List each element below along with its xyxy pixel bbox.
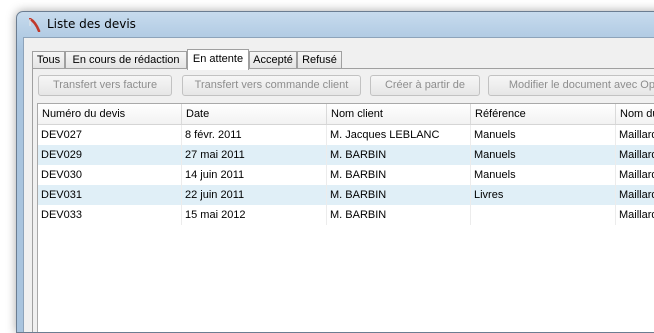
app-window: Liste des devis Tous En cours de rédacti…: [16, 11, 654, 333]
cell-date: 8 févr. 2011: [182, 125, 327, 145]
cell-nom-du: Maillard: [616, 145, 654, 165]
title-bar[interactable]: Liste des devis: [17, 12, 654, 36]
cell-nom-client: M. Jacques LEBLANC: [327, 125, 471, 145]
cell-date: 27 mai 2011: [182, 145, 327, 165]
transfer-to-order-button[interactable]: Transfert vers commande client: [182, 75, 361, 96]
quotes-table: Numéro du devis Date Nom client Référenc…: [37, 103, 654, 332]
tab-tous[interactable]: Tous: [32, 51, 65, 68]
table-row[interactable]: DEV030 14 juin 2011 M. BARBIN Manuels Ma…: [38, 165, 654, 185]
cell-nom-client: M. BARBIN: [327, 185, 471, 205]
cell-numero: DEV030: [38, 165, 182, 185]
app-logo-icon: [28, 17, 41, 33]
cell-reference: Manuels: [471, 145, 616, 165]
cell-date: 15 mai 2012: [182, 205, 327, 225]
tab-accepte[interactable]: Accepté: [249, 51, 297, 68]
window-title: Liste des devis: [47, 17, 136, 31]
cell-numero: DEV033: [38, 205, 182, 225]
create-from-button[interactable]: Créer à partir de: [370, 75, 480, 96]
cell-date: 14 juin 2011: [182, 165, 327, 185]
cell-numero: DEV029: [38, 145, 182, 165]
window-content: Tous En cours de rédaction En attente Ac…: [23, 37, 654, 332]
cell-reference: Manuels: [471, 165, 616, 185]
transfer-to-invoice-button[interactable]: Transfert vers facture: [38, 75, 172, 96]
cell-nom-du: Maillard: [616, 205, 654, 225]
table-row[interactable]: DEV027 8 févr. 2011 M. Jacques LEBLANC M…: [38, 125, 654, 145]
cell-nom-client: M. BARBIN: [327, 165, 471, 185]
table-row[interactable]: DEV031 22 juin 2011 M. BARBIN Livres Mai…: [38, 185, 654, 205]
table-row[interactable]: DEV033 15 mai 2012 M. BARBIN Maillard: [38, 205, 654, 225]
table-header: Numéro du devis Date Nom client Référenc…: [38, 104, 654, 125]
tab-refuse[interactable]: Refusé: [297, 51, 342, 68]
cell-date: 22 juin 2011: [182, 185, 327, 205]
column-header-date[interactable]: Date: [182, 104, 327, 124]
cell-nom-du: Maillard: [616, 165, 654, 185]
cell-nom-du: Maillard: [616, 185, 654, 205]
tab-en-cours-de-redaction[interactable]: En cours de rédaction: [65, 51, 187, 68]
cell-reference: [471, 205, 616, 225]
cell-reference: Livres: [471, 185, 616, 205]
cell-reference: Manuels: [471, 125, 616, 145]
cell-numero: DEV031: [38, 185, 182, 205]
modify-document-button[interactable]: Modifier le document avec Open: [488, 75, 654, 96]
cell-nom-client: M. BARBIN: [327, 145, 471, 165]
tab-en-attente[interactable]: En attente: [187, 49, 249, 70]
column-header-nom-du[interactable]: Nom du: [616, 104, 654, 124]
toolbar: Transfert vers facture Transfert vers co…: [33, 75, 654, 97]
column-header-numero[interactable]: Numéro du devis: [38, 104, 182, 124]
cell-nom-du: Maillard: [616, 125, 654, 145]
tab-panel: Transfert vers facture Transfert vers co…: [32, 68, 654, 332]
column-header-nom-client[interactable]: Nom client: [327, 104, 471, 124]
column-header-reference[interactable]: Référence: [471, 104, 616, 124]
cell-numero: DEV027: [38, 125, 182, 145]
table-row[interactable]: DEV029 27 mai 2011 M. BARBIN Manuels Mai…: [38, 145, 654, 165]
cell-nom-client: M. BARBIN: [327, 205, 471, 225]
